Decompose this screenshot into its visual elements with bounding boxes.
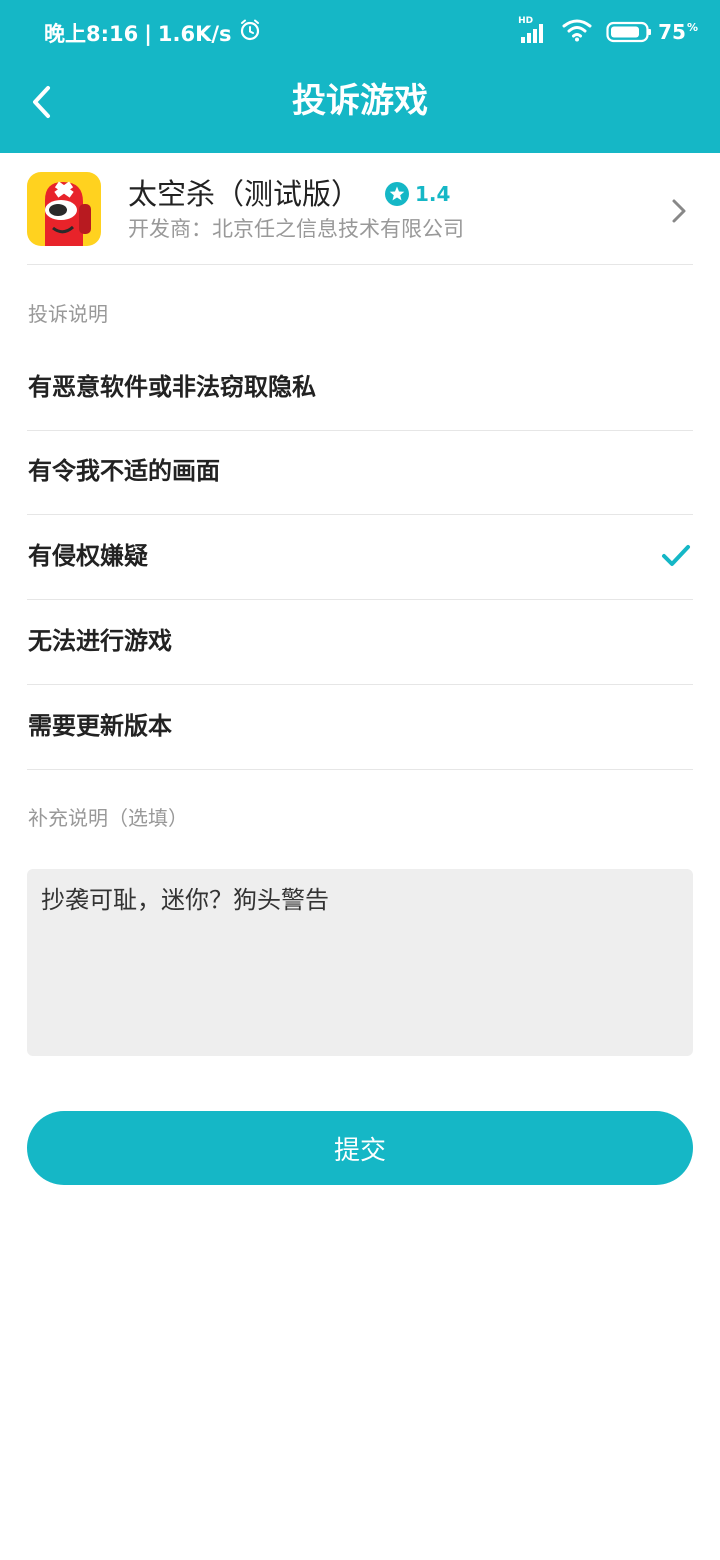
battery-unit: % [686,21,698,35]
game-name: 太空杀（测试版） [128,177,361,211]
signal-icon: HD [518,16,548,44]
game-rating: 1.4 [384,174,450,214]
status-bar-left: 晚上8:16 | 1.6K/s [44,18,262,49]
game-app-icon [27,172,101,246]
status-speed: 1.6K/s [157,21,232,46]
complaint-option-infringement[interactable]: 有侵权嫌疑 [27,516,693,600]
option-label: 有令我不适的画面 [28,457,220,485]
battery-icon [606,21,652,43]
option-label: 有侵权嫌疑 [28,542,148,570]
wifi-icon [562,18,592,47]
game-info-row[interactable]: 太空杀（测试版） 1.4 开发商：北京任之信息技术有限公司 [27,172,693,265]
status-bar-right: HD 75% [518,16,698,47]
alarm-icon [238,18,262,49]
supplement-input[interactable]: 抄袭可耻，迷你？狗头警告 [27,869,693,1056]
page-title: 投诉游戏 [292,81,428,121]
submit-label: 提交 [333,1135,386,1166]
supplement-section-label: 补充说明（选填） [28,806,188,830]
check-icon [661,543,691,569]
rating-value: 1.4 [415,182,451,206]
complaint-option-cannot-play[interactable]: 无法进行游戏 [27,601,693,685]
option-label: 需要更新版本 [28,712,172,740]
battery-indicator: 75% [606,20,698,44]
game-developer: 开发商：北京任之信息技术有限公司 [128,217,464,241]
game-name-line: 太空杀（测试版） 1.4 [128,174,450,214]
chevron-right-icon [669,196,689,226]
battery-level: 75 [658,20,686,44]
option-label: 无法进行游戏 [28,627,172,655]
status-time: 晚上8:16 [44,21,139,46]
top-bar: 晚上8:16 | 1.6K/s HD 75% 投诉游戏 [0,0,720,153]
complaint-option-needs-update[interactable]: 需要更新版本 [27,686,693,770]
star-icon [385,182,410,206]
complaint-section-label: 投诉说明 [28,302,108,326]
complaint-option-malware[interactable]: 有恶意软件或非法窃取隐私 [27,347,693,431]
option-label: 有恶意软件或非法窃取隐私 [28,373,316,401]
complaint-option-discomfort[interactable]: 有令我不适的画面 [27,431,693,515]
submit-button[interactable]: 提交 [27,1111,693,1185]
status-separator: | [144,21,152,46]
